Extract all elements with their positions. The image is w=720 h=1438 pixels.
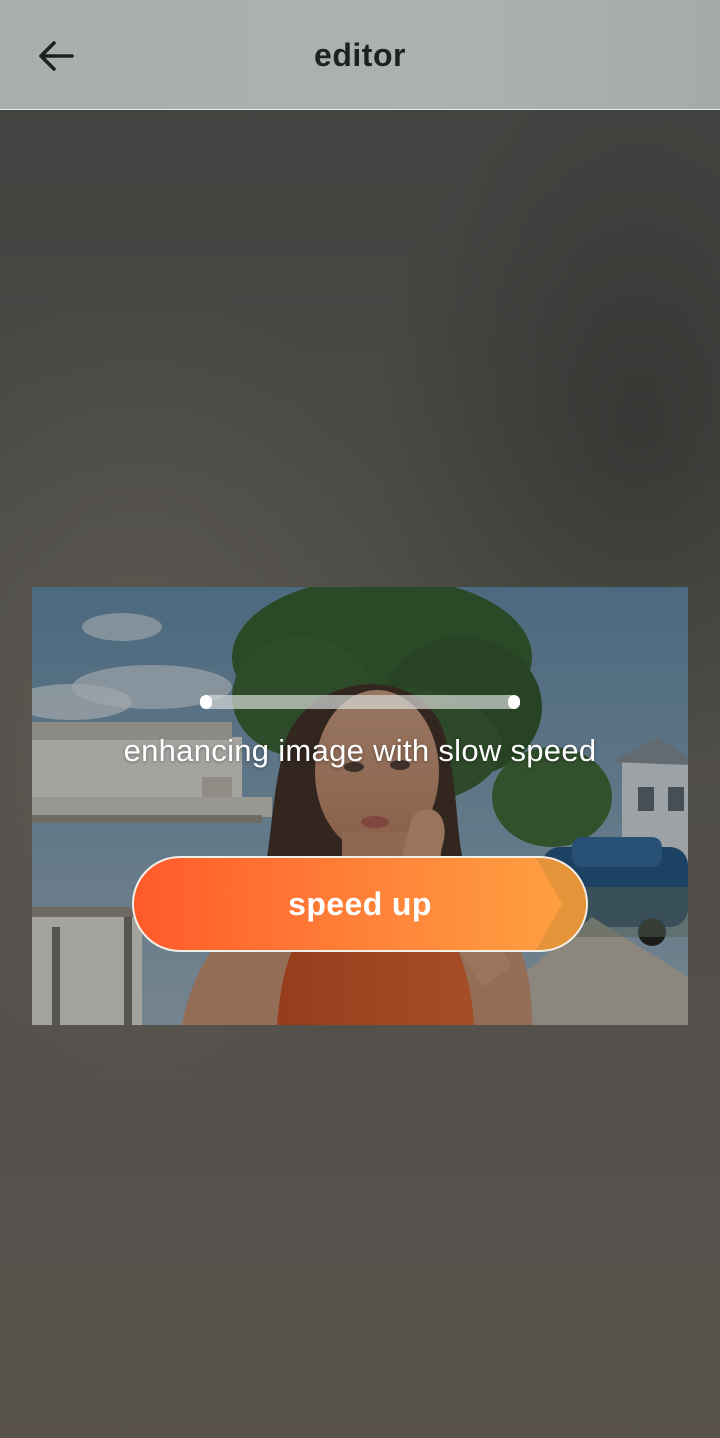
speed-up-label: speed up [288,885,432,922]
page-title: editor [314,36,406,73]
progress-start-dot [200,695,212,709]
progress-end-dot [508,695,520,709]
image-dim-overlay [32,587,688,1025]
speed-up-button[interactable]: speed up [132,856,588,952]
arrow-left-icon [39,41,74,71]
back-button[interactable] [30,30,82,82]
image-preview [32,587,688,1025]
enhance-progress-bar [200,694,520,710]
progress-fill [206,695,514,709]
enhancing-status-text: enhancing image with slow speed [123,733,597,768]
app-bar: editor [0,0,720,110]
